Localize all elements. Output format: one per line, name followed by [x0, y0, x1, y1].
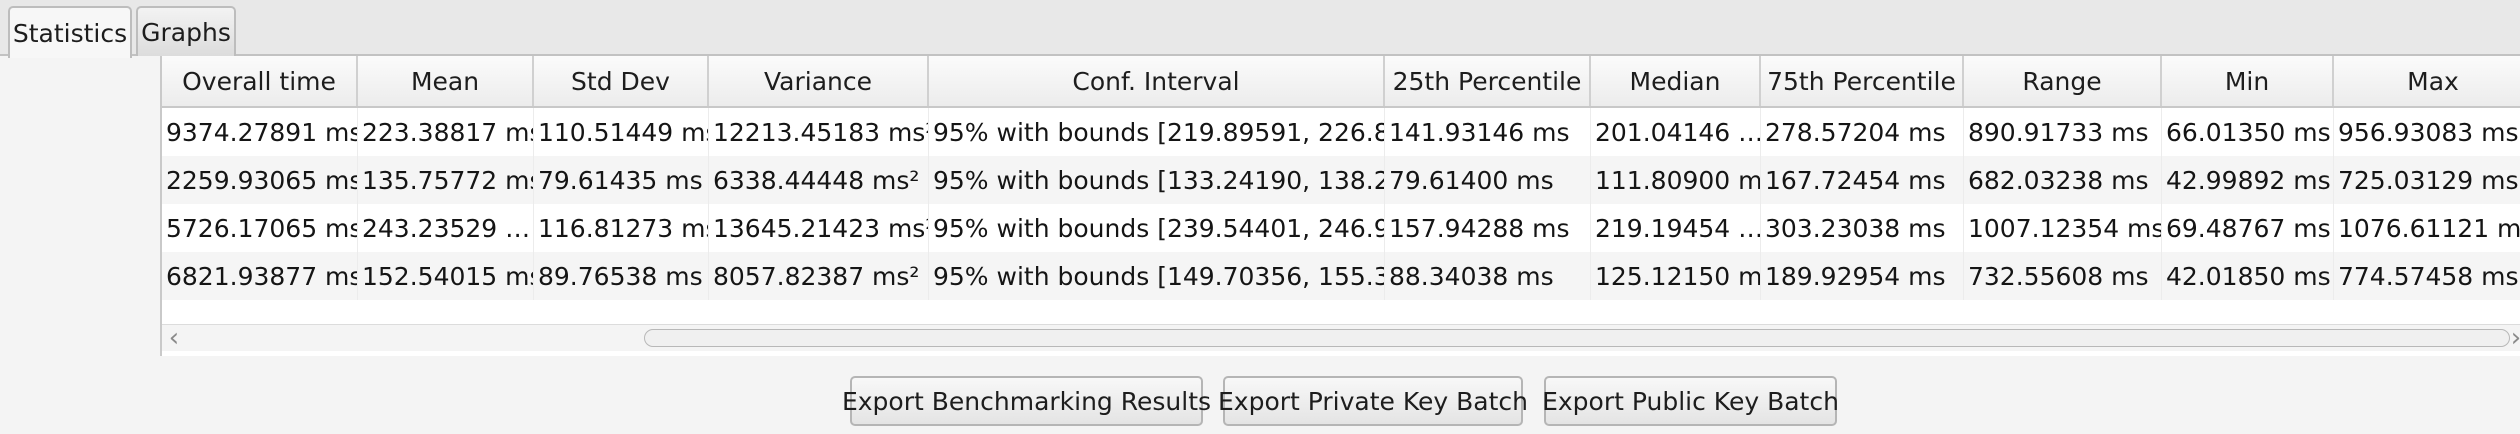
- cell-min: 42.99892 ms: [2162, 156, 2334, 204]
- cell-overall-time: 2259.93065 ms: [162, 156, 358, 204]
- column-header-mean[interactable]: Mean: [358, 56, 534, 106]
- cell-25th-percentile: 88.34038 ms: [1385, 252, 1591, 300]
- cell-overall-time: 5726.17065 ms: [162, 204, 358, 252]
- cell-overall-time: 6821.93877 ms: [162, 252, 358, 300]
- cell-max: 774.57458 ms: [2334, 252, 2520, 300]
- cell-variance: 6338.44448 ms²: [709, 156, 929, 204]
- cell-max: 725.03129 ms: [2334, 156, 2520, 204]
- horizontal-scrollbar[interactable]: ‹ ›: [162, 323, 2520, 353]
- table-row[interactable]: 6821.93877 ms 152.54015 ms 89.76538 ms 8…: [162, 252, 2520, 300]
- statistics-table: Overall time Mean Std Dev Variance Conf.…: [160, 56, 2520, 356]
- column-header-min[interactable]: Min: [2162, 56, 2334, 106]
- cell-min: 69.48767 ms: [2162, 204, 2334, 252]
- table-row[interactable]: 2259.93065 ms 135.75772 ms 79.61435 ms 6…: [162, 156, 2520, 204]
- export-benchmarking-results-button[interactable]: Export Benchmarking Results: [842, 376, 1211, 426]
- cell-max: 956.93083 ms: [2334, 108, 2520, 156]
- export-public-key-batch-button[interactable]: Export Public Key Batch: [1542, 376, 1839, 426]
- column-header-conf-interval[interactable]: Conf. Interval: [929, 56, 1385, 106]
- cell-min: 66.01350 ms: [2162, 108, 2334, 156]
- column-header-range[interactable]: Range: [1964, 56, 2162, 106]
- column-header-max[interactable]: Max: [2334, 56, 2520, 106]
- cell-std-dev: 89.76538 ms: [534, 252, 709, 300]
- cell-variance: 13645.21423 ms²: [709, 204, 929, 252]
- cell-conf-interval: 95% with bounds [219.89591, 226.88…: [929, 108, 1385, 156]
- export-private-key-batch-button[interactable]: Export Private Key Batch: [1218, 376, 1528, 426]
- cell-median: 111.80900 ms: [1591, 156, 1761, 204]
- cell-min: 42.01850 ms: [2162, 252, 2334, 300]
- table-header: Overall time Mean Std Dev Variance Conf.…: [162, 56, 2520, 108]
- column-header-std-dev[interactable]: Std Dev: [534, 56, 709, 106]
- cell-25th-percentile: 141.93146 ms: [1385, 108, 1591, 156]
- chevron-left-icon[interactable]: ‹: [164, 323, 184, 353]
- cell-mean: 223.38817 ms: [358, 108, 534, 156]
- cell-variance: 12213.45183 ms²: [709, 108, 929, 156]
- tab-bar: Statistics Graphs: [0, 0, 2520, 58]
- cell-range: 732.55608 ms: [1964, 252, 2162, 300]
- cell-75th-percentile: 189.92954 ms: [1761, 252, 1964, 300]
- cell-std-dev: 110.51449 ms: [534, 108, 709, 156]
- column-header-median[interactable]: Median: [1591, 56, 1761, 106]
- chevron-right-icon[interactable]: ›: [2506, 323, 2520, 353]
- cell-conf-interval: 95% with bounds [239.54401, 246.92…: [929, 204, 1385, 252]
- cell-max: 1076.61121 ms: [2334, 204, 2520, 252]
- column-header-25th-percentile[interactable]: 25th Percentile: [1385, 56, 1591, 106]
- cell-conf-interval: 95% with bounds [133.24190, 138.27…: [929, 156, 1385, 204]
- tab-graphs[interactable]: Graphs: [136, 6, 236, 56]
- cell-range: 682.03238 ms: [1964, 156, 2162, 204]
- tab-statistics[interactable]: Statistics: [8, 6, 132, 58]
- cell-std-dev: 79.61435 ms: [534, 156, 709, 204]
- cell-std-dev: 116.81273 ms: [534, 204, 709, 252]
- cell-75th-percentile: 303.23038 ms: [1761, 204, 1964, 252]
- cell-variance: 8057.82387 ms²: [709, 252, 929, 300]
- column-header-variance[interactable]: Variance: [709, 56, 929, 106]
- cell-mean: 135.75772 ms: [358, 156, 534, 204]
- cell-conf-interval: 95% with bounds [149.70356, 155.37…: [929, 252, 1385, 300]
- cell-mean: 152.54015 ms: [358, 252, 534, 300]
- cell-75th-percentile: 167.72454 ms: [1761, 156, 1964, 204]
- cell-median: 219.19454 …: [1591, 204, 1761, 252]
- cell-median: 125.12150 ms: [1591, 252, 1761, 300]
- cell-overall-time: 9374.27891 ms: [162, 108, 358, 156]
- cell-mean: 243.23529 …: [358, 204, 534, 252]
- cell-range: 890.91733 ms: [1964, 108, 2162, 156]
- table-row[interactable]: 9374.27891 ms 223.38817 ms 110.51449 ms …: [162, 108, 2520, 156]
- table-row[interactable]: 5726.17065 ms 243.23529 … 116.81273 ms 1…: [162, 204, 2520, 252]
- cell-25th-percentile: 157.94288 ms: [1385, 204, 1591, 252]
- scrollbar-thumb[interactable]: [644, 329, 2510, 347]
- column-header-75th-percentile[interactable]: 75th Percentile: [1761, 56, 1964, 106]
- cell-median: 201.04146 …: [1591, 108, 1761, 156]
- cell-range: 1007.12354 ms: [1964, 204, 2162, 252]
- cell-75th-percentile: 278.57204 ms: [1761, 108, 1964, 156]
- cell-25th-percentile: 79.61400 ms: [1385, 156, 1591, 204]
- column-header-overall-time[interactable]: Overall time: [162, 56, 358, 106]
